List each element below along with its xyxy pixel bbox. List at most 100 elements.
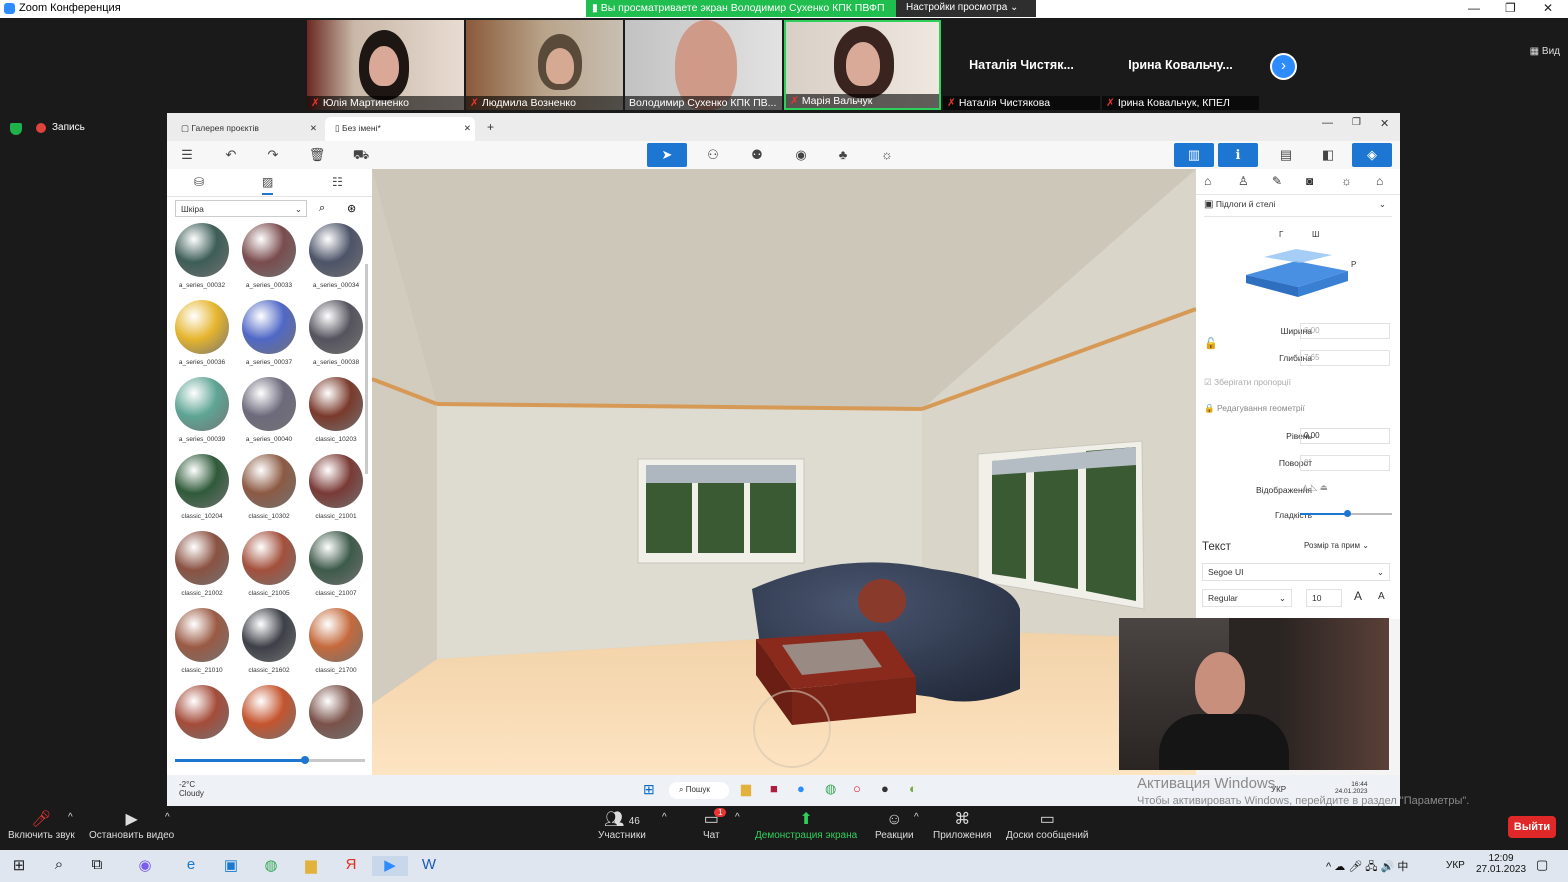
participant-tile[interactable]: ✗ Юлія Мартиненко (307, 20, 464, 110)
app-close-icon[interactable]: ✕ (1380, 117, 1389, 130)
slider-thumb[interactable] (301, 756, 309, 764)
3d-view-icon[interactable]: ◈ (1352, 143, 1392, 167)
zoom-app-icon[interactable]: ● (797, 781, 805, 796)
material-swatch[interactable] (242, 608, 296, 662)
material-swatch[interactable] (242, 377, 296, 431)
material-swatch[interactable] (309, 608, 363, 662)
close-tab-icon[interactable]: ✕ (464, 123, 471, 134)
weather-widget[interactable]: -2°C Cloudy (179, 780, 204, 798)
material-swatch[interactable] (242, 300, 296, 354)
tab-gallery[interactable]: ▢ Галерея проєктів ✕ (171, 117, 321, 141)
undo-icon[interactable]: ↶ (211, 143, 251, 167)
eyedropper-icon[interactable]: ⊛ (347, 202, 356, 215)
materials-tab-icon[interactable]: ▨ (262, 175, 274, 195)
tray-icons[interactable]: ^ ☁ 🎤︎ 🖧 🔊 中 (1326, 858, 1408, 877)
3d-viewport[interactable] (372, 169, 1196, 775)
material-swatch[interactable] (175, 300, 229, 354)
edit-geometry-toggle[interactable]: 🔒 Редагування геометрії (1204, 403, 1305, 414)
new-tab-icon[interactable]: + (487, 120, 494, 134)
info-icon[interactable]: ℹ (1218, 143, 1258, 167)
close-icon[interactable]: ✕ (1543, 1, 1553, 15)
whiteboards-button[interactable]: ▭ Доски сообщений (1006, 810, 1089, 841)
indesign-icon[interactable]: ■ (770, 781, 778, 796)
windows-start-icon[interactable]: ⊞ (8, 856, 30, 876)
material-swatch[interactable] (309, 531, 363, 585)
view-settings-button[interactable]: Настройки просмотра ⌄ (896, 0, 1036, 17)
trash-icon[interactable]: 🗑 (297, 143, 337, 167)
select-tool-icon[interactable]: ➤ (647, 143, 687, 167)
split-view-icon[interactable]: ◧ (1308, 143, 1348, 167)
chevron-up-icon[interactable]: ^ (735, 812, 740, 823)
material-swatch[interactable] (309, 377, 363, 431)
search-icon[interactable]: ⌕ (319, 202, 325, 215)
width-input[interactable]: 6.00 (1300, 323, 1390, 339)
material-filter-select[interactable]: Шкіра ⌄ (175, 200, 307, 217)
app-icon[interactable]: ◐ (909, 781, 917, 796)
tab-untitled[interactable]: ▯ Без імені* ✕ (325, 117, 475, 141)
participant-tile[interactable]: ✗ Людмила Возненко (466, 20, 623, 110)
opera-icon[interactable]: ○ (853, 781, 861, 796)
cortana-icon[interactable]: ◉ (134, 856, 156, 876)
room-tab-icon[interactable]: ⌂ (1204, 174, 1211, 188)
material-swatch[interactable] (175, 531, 229, 585)
search-icon[interactable]: ⌕ (48, 856, 70, 876)
thumbnail-size-slider[interactable] (175, 756, 365, 764)
windows-start-icon[interactable]: ⊞ (643, 781, 655, 798)
app-maximize-icon[interactable]: ❐ (1352, 117, 1361, 128)
smoothness-slider[interactable] (1300, 510, 1392, 517)
redo-icon[interactable]: ↷ (253, 143, 293, 167)
leave-button[interactable]: Выйти (1508, 816, 1556, 838)
building-tab-icon[interactable]: ⌂ (1376, 174, 1383, 188)
ungroup-tool-icon[interactable]: ⚉ (737, 143, 777, 167)
pencil-tab-icon[interactable]: ✎ (1272, 174, 1282, 188)
mirror-icon[interactable]: ◭ ◺ ⏏ (1302, 482, 1328, 493)
plan-view-icon[interactable]: ▤ (1266, 143, 1306, 167)
unmute-button[interactable]: 🎤︎ Включить звук (8, 810, 75, 841)
material-swatch[interactable] (242, 223, 296, 277)
notifications-icon[interactable]: ▢ (1536, 857, 1548, 873)
yandex-icon[interactable]: Я (340, 856, 362, 876)
folder-icon[interactable]: ▆ (300, 856, 322, 876)
chevron-up-icon[interactable]: ^ (662, 812, 667, 823)
chevron-up-icon[interactable]: ^ (165, 812, 170, 823)
slider-thumb[interactable] (1344, 510, 1351, 517)
material-swatch[interactable] (175, 685, 229, 739)
close-tab-icon[interactable]: ✕ (310, 123, 317, 134)
store-icon[interactable]: ▣ (220, 856, 242, 876)
participant-tile[interactable]: Володимир Сухенко КПК ПВ... (625, 20, 782, 110)
depth-input[interactable]: 7.65 (1300, 350, 1390, 366)
minimize-icon[interactable]: — (1468, 1, 1480, 15)
chevron-up-icon[interactable]: ^ (914, 812, 919, 823)
chrome-icon[interactable]: ◍ (260, 856, 282, 876)
material-swatch[interactable] (175, 223, 229, 277)
material-swatch[interactable] (309, 454, 363, 508)
level-input[interactable]: 0.00 (1300, 428, 1390, 444)
material-swatch[interactable] (175, 454, 229, 508)
app-icon[interactable]: ● (881, 781, 889, 796)
library-icon[interactable]: ▥ (1174, 143, 1214, 167)
maximize-icon[interactable]: ❐ (1505, 1, 1516, 15)
chevron-up-icon[interactable]: ^ (68, 812, 73, 823)
sun-icon[interactable]: ☼ (867, 143, 907, 167)
taskbar-search[interactable]: ⌕ Пошук (669, 782, 729, 799)
material-swatch[interactable] (309, 223, 363, 277)
decrease-font-icon[interactable]: A (1378, 591, 1385, 602)
increase-font-icon[interactable]: A (1354, 589, 1362, 603)
app-minimize-icon[interactable]: — (1322, 117, 1333, 129)
material-swatch[interactable] (175, 608, 229, 662)
font-style-select[interactable]: Regular ⌄ (1202, 589, 1292, 607)
reactions-button[interactable]: ☺ Реакции (875, 810, 914, 841)
category-select[interactable]: ▣ Підлоги й стелі ⌄ (1204, 199, 1392, 217)
task-view-icon[interactable]: ⧉ (86, 856, 108, 876)
participant-tile-speaking[interactable]: ✗ Марія Вальчук (784, 20, 941, 110)
next-participants-button[interactable]: › (1270, 53, 1297, 80)
furniture-tab-icon[interactable]: ⛁ (194, 175, 204, 189)
menu-icon[interactable]: ☰ (167, 143, 207, 167)
font-size-select[interactable]: 10 (1306, 589, 1342, 607)
light-tab-icon[interactable]: ☼ (1341, 174, 1352, 188)
keep-proportions-checkbox[interactable]: ☑ Зберігати пропорції (1204, 377, 1291, 388)
participant-tile[interactable]: Ірина Ковальчу... ✗ Ірина Ковальчук, КПЕЛ (1102, 20, 1259, 110)
stamp-tab-icon[interactable]: ♙ (1238, 174, 1249, 188)
language-indicator[interactable]: УКР (1446, 860, 1465, 871)
participant-tile[interactable]: Наталія Чистяк... ✗ Наталія Чистякова (943, 20, 1100, 110)
